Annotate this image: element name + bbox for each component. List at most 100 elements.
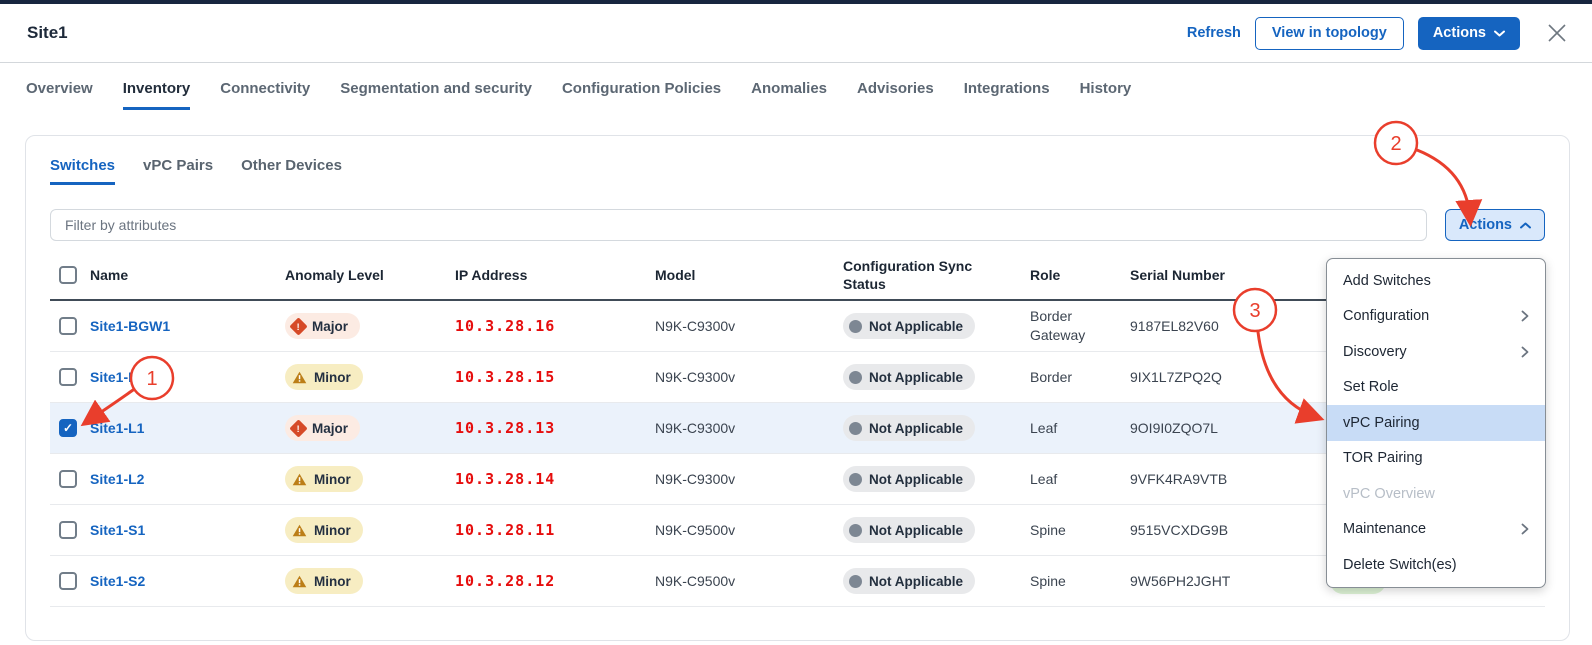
model: N9K-C9300v: [655, 369, 736, 385]
table-actions-button[interactable]: Actions: [1444, 209, 1545, 241]
gray-dot-icon: [849, 574, 862, 588]
chevron-right-icon: [1521, 346, 1529, 358]
switch-name-link[interactable]: Site1-S2: [90, 573, 145, 589]
role: Spine: [1030, 521, 1066, 538]
minor-icon: [292, 575, 307, 587]
menu-item-delete-switches[interactable]: Delete Switch(es): [1327, 547, 1545, 583]
anomaly-badge: Minor: [285, 466, 363, 492]
serial-number: 9W56PH2JGHT: [1130, 573, 1231, 589]
sync-status-pill: Not Applicable: [843, 364, 976, 390]
col-serial-number: Serial Number: [1130, 267, 1225, 283]
model: N9K-C9300v: [655, 471, 736, 487]
sync-status-pill: Not Applicable: [843, 313, 976, 339]
major-icon: !: [289, 418, 308, 438]
model: N9K-C9500v: [655, 522, 736, 538]
ip-address: 10.3.28.15: [455, 368, 556, 386]
ip-address: 10.3.28.16: [455, 317, 556, 335]
minor-icon: [292, 473, 307, 485]
tab-overview[interactable]: Overview: [26, 80, 93, 110]
row-checkbox[interactable]: [59, 368, 77, 386]
tab-inventory[interactable]: Inventory: [122, 80, 191, 110]
sync-status-pill: Not Applicable: [843, 466, 976, 492]
header-actions-button[interactable]: Actions: [1417, 16, 1520, 50]
sync-status-pill: Not Applicable: [843, 517, 976, 543]
sync-status-pill: Not Applicable: [843, 568, 976, 594]
table-row: Site1-S1 Minor 10.3.28.11 N9K-C9500v Not…: [50, 505, 1545, 556]
header-actions: Refresh View in topology Actions: [1187, 16, 1568, 50]
close-icon[interactable]: [1546, 22, 1568, 44]
menu-item-tor-pairing[interactable]: TOR Pairing: [1327, 441, 1545, 477]
menu-item-maintenance[interactable]: Maintenance: [1327, 512, 1545, 548]
row-checkbox[interactable]: [59, 572, 77, 590]
serial-number: 9OI9I0ZQO7L: [1130, 420, 1218, 436]
switch-name-link[interactable]: Site1-S1: [90, 522, 145, 538]
serial-number: 9IX1L7ZPQ2Q: [1130, 369, 1222, 385]
role: Leaf: [1030, 419, 1058, 436]
switch-name-link[interactable]: Site1-L2: [90, 471, 144, 487]
page-title: Site1: [27, 23, 68, 42]
refresh-button[interactable]: Refresh: [1187, 25, 1241, 41]
role: Border: [1030, 368, 1073, 385]
col-name: Name: [90, 267, 129, 283]
tab-segmentation-and-security[interactable]: Segmentation and security: [340, 80, 532, 110]
table-header-row: Name Anomaly Level IP Address Model Conf…: [50, 251, 1545, 301]
tab-integrations[interactable]: Integrations: [964, 80, 1050, 110]
chevron-down-icon: [1494, 30, 1505, 37]
table-actions-label: Actions: [1458, 217, 1512, 233]
role: Leaf: [1030, 470, 1058, 487]
switch-name-link[interactable]: Site1-L1: [90, 420, 144, 436]
tab-history[interactable]: History: [1080, 80, 1132, 110]
table-row: Site1-L2 Minor 10.3.28.14 N9K-C9300v Not…: [50, 454, 1545, 505]
gray-dot-icon: [849, 472, 862, 486]
serial-number: 9187EL82V60: [1130, 318, 1219, 334]
actions-dropdown-menu: Add Switches Configuration Discovery Set…: [1326, 258, 1546, 588]
table-row: Site1-BL1 Minor 10.3.28.15 N9K-C9300v No…: [50, 352, 1545, 403]
ip-address: 10.3.28.12: [455, 572, 556, 590]
col-model: Model: [655, 267, 696, 283]
filter-input[interactable]: [50, 209, 1427, 241]
menu-item-configuration[interactable]: Configuration: [1327, 299, 1545, 335]
switch-name-link[interactable]: Site1-BGW1: [90, 318, 170, 334]
table-row-selected: ✓ Site1-L1 ! Major 10.3.28.13 N9K-C9300v …: [50, 403, 1545, 454]
chevron-right-icon: [1521, 310, 1529, 322]
gray-dot-icon: [849, 319, 862, 333]
menu-item-discovery[interactable]: Discovery: [1327, 334, 1545, 370]
ip-address: 10.3.28.14: [455, 470, 556, 488]
tab-bar: Overview Inventory Connectivity Segmenta…: [26, 80, 1131, 110]
subtab-switches[interactable]: Switches: [50, 157, 116, 185]
subtab-vpc-pairs[interactable]: vPC Pairs: [143, 157, 213, 185]
header-actions-label: Actions: [1432, 25, 1486, 41]
subtab-bar: Switches vPC Pairs Other Devices: [50, 157, 1545, 185]
serial-number: 9515VCXDG9B: [1130, 522, 1229, 538]
subtab-other-devices[interactable]: Other Devices: [241, 157, 342, 185]
role: Spine: [1030, 572, 1066, 589]
tab-configuration-policies[interactable]: Configuration Policies: [562, 80, 721, 110]
row-checkbox[interactable]: [59, 317, 77, 335]
switches-table: Name Anomaly Level IP Address Model Conf…: [50, 251, 1545, 607]
tab-connectivity[interactable]: Connectivity: [220, 80, 310, 110]
row-checkbox[interactable]: [59, 521, 77, 539]
table-row: Site1-S2 Minor 10.3.28.12 N9K-C9500v Not…: [50, 556, 1545, 607]
ip-address: 10.3.28.13: [455, 419, 556, 437]
menu-item-vpc-overview: vPC Overview: [1343, 485, 1435, 502]
row-checkbox[interactable]: [59, 470, 77, 488]
menu-item-set-role[interactable]: Set Role: [1327, 370, 1545, 406]
model: N9K-C9300v: [655, 420, 736, 436]
major-icon: !: [289, 316, 308, 336]
anomaly-badge: ! Major: [285, 313, 361, 339]
role: Border Gateway: [1030, 308, 1086, 343]
select-all-checkbox[interactable]: [59, 266, 77, 284]
tab-advisories[interactable]: Advisories: [857, 80, 934, 110]
table-row: Site1-BGW1 ! Major 10.3.28.16 N9K-C9300v …: [50, 301, 1545, 352]
anomaly-badge: Minor: [285, 568, 363, 594]
minor-icon: [292, 371, 307, 383]
view-in-topology-button[interactable]: View in topology: [1254, 16, 1404, 50]
anomaly-badge: Minor: [285, 517, 363, 543]
ip-address: 10.3.28.11: [455, 521, 556, 539]
switch-name-link[interactable]: Site1-BL1: [90, 369, 155, 385]
anomaly-badge: Minor: [285, 364, 363, 390]
tab-anomalies[interactable]: Anomalies: [751, 80, 827, 110]
menu-item-add-switches[interactable]: Add Switches: [1327, 263, 1545, 299]
row-checkbox-checked[interactable]: ✓: [59, 419, 77, 437]
menu-item-vpc-pairing[interactable]: vPC Pairing: [1327, 405, 1545, 441]
